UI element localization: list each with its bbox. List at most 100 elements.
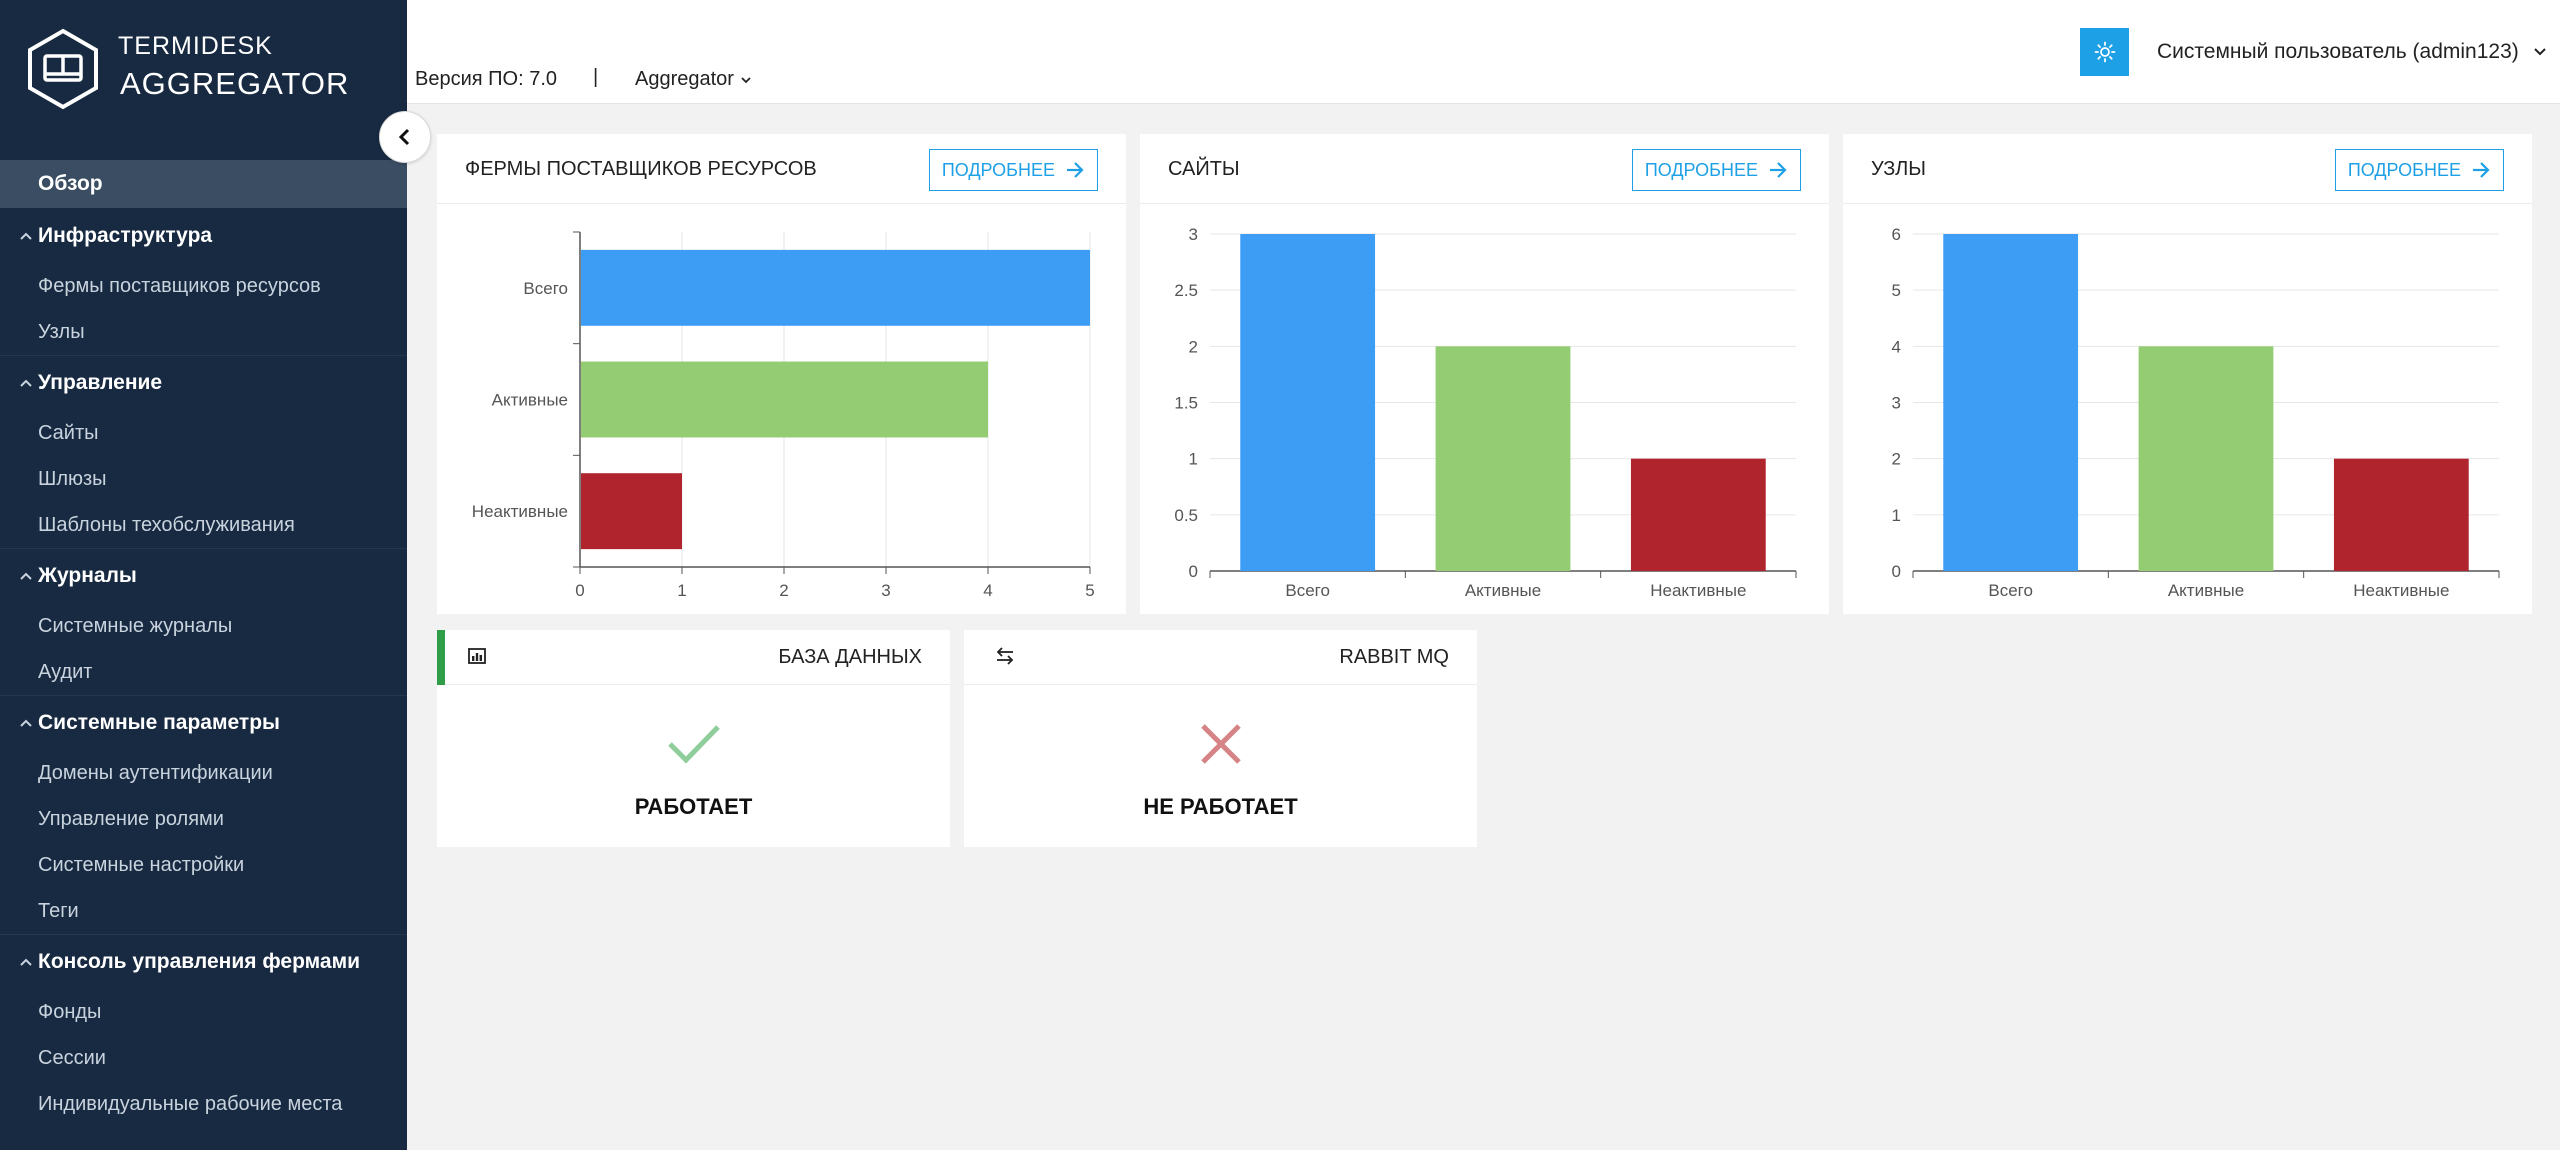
- bar: [581, 249, 1090, 326]
- sidebar-group-label: Управление: [38, 371, 163, 394]
- sidebar-item-pools[interactable]: Фонды: [0, 989, 407, 1035]
- card-title: ФЕРМЫ ПОСТАВЩИКОВ РЕСУРСОВ: [465, 158, 817, 180]
- status-value: НЕ РАБОТАЕТ: [1143, 794, 1298, 819]
- sidebar-item-maintenance-templates[interactable]: Шаблоны техобслуживания: [0, 502, 407, 548]
- tick-label: 3: [1189, 225, 1198, 244]
- arrow-right-icon: [2473, 162, 2490, 178]
- bar: [2333, 458, 2469, 571]
- farms-details-button[interactable]: ПОДРОБНЕЕ: [928, 149, 1098, 191]
- bar: [581, 473, 682, 550]
- sidebar-group-label: Системные параметры: [38, 711, 280, 734]
- tick-label: 4: [1892, 337, 1901, 356]
- sidebar-item-sessions[interactable]: Сессии: [0, 1035, 407, 1081]
- sites-chart: 0 0.5 1 1.5 2 2.5 3 Всего Активные Неактивные: [1174, 225, 1797, 600]
- card-header: САЙТЫ ПОДРОБНЕЕ: [1140, 134, 1829, 204]
- farms-card: ФЕРМЫ ПОСТАВЩИКОВ РЕСУРСОВ ПОДРОБНЕЕ 0 1 2…: [437, 134, 1126, 614]
- sidebar-item-system-settings[interactable]: Системные настройки: [0, 842, 407, 888]
- category-label: Всего: [1988, 581, 2033, 600]
- card-title: САЙТЫ: [1168, 158, 1240, 180]
- termidesk-logo-icon: [28, 28, 98, 110]
- status-title: RABBIT MQ: [1339, 646, 1449, 668]
- chevron-up-icon: [14, 957, 38, 967]
- tick-label: 1: [1892, 506, 1901, 525]
- tick-label: 0: [1892, 562, 1901, 581]
- cross-icon: [1200, 724, 1241, 764]
- details-button-label: ПОДРОБНЕЕ: [1644, 159, 1758, 180]
- chevron-up-icon: [14, 571, 38, 581]
- nodes-details-button[interactable]: ПОДРОБНЕЕ: [2334, 149, 2504, 191]
- sidebar-group-label: Консоль управления фермами: [38, 950, 361, 973]
- chevron-up-icon: [14, 718, 38, 728]
- top-header: Версия ПО: 7.0 | Aggregator Системный по…: [407, 0, 2560, 104]
- sidebar-group-management[interactable]: Управление: [0, 355, 407, 410]
- bar: [1240, 234, 1376, 571]
- version-label: Версия ПО: 7.0: [415, 68, 557, 90]
- sidebar-group-logs[interactable]: Журналы: [0, 548, 407, 603]
- sidebar-item-audit[interactable]: Аудит: [0, 649, 407, 695]
- arrow-right-icon: [1770, 162, 1787, 178]
- tick-label: 5: [1892, 281, 1901, 300]
- sidebar-item-gateways[interactable]: Шлюзы: [0, 456, 407, 502]
- sidebar: TERMIDESK AGGREGATOR Обзор Инфраструктур…: [0, 0, 407, 1150]
- sidebar-item-personal-workplaces[interactable]: Индивидуальные рабочие места: [0, 1081, 407, 1127]
- sidebar-item-tags[interactable]: Теги: [0, 888, 407, 934]
- chevron-down-icon: [2534, 48, 2546, 56]
- sidebar-item-nodes[interactable]: Узлы: [0, 309, 407, 355]
- sidebar-item-farms[interactable]: Фермы поставщиков ресурсов: [0, 263, 407, 309]
- logo-text-bottom: AGGREGATOR: [120, 66, 350, 101]
- tick-label: 3: [881, 581, 890, 600]
- sidebar-nav: Обзор Инфраструктура Фермы поставщиков р…: [0, 160, 407, 1127]
- tick-label: 0: [575, 581, 584, 600]
- chevron-up-icon: [14, 378, 38, 388]
- sites-card: САЙТЫ ПОДРОБНЕЕ 0 0.5 1 1.5 2 2.5 3 Всего Активн…: [1140, 134, 1829, 614]
- tick-label: 2: [1892, 450, 1901, 469]
- bar: [1435, 346, 1571, 571]
- chevron-down-icon: [741, 76, 751, 83]
- sidebar-item-system-logs[interactable]: Системные журналы: [0, 603, 407, 649]
- tick-label: 1.5: [1174, 394, 1198, 413]
- farms-chart: 0 1 2 3 4 5 Всего Активные Неактивные: [472, 231, 1095, 600]
- status-accent-bar: [437, 630, 445, 685]
- tick-label: 0.5: [1174, 506, 1198, 525]
- category-label: Неактивные: [472, 502, 568, 521]
- sidebar-item-auth-domains[interactable]: Домены аутентификации: [0, 750, 407, 796]
- status-title: БАЗА ДАННЫХ: [778, 646, 922, 668]
- sidebar-item-roles[interactable]: Управление ролями: [0, 796, 407, 842]
- arrow-right-icon: [1067, 162, 1084, 178]
- sidebar-group-system-params[interactable]: Системные параметры: [0, 695, 407, 750]
- chevron-left-icon: [398, 128, 410, 146]
- card-header: ФЕРМЫ ПОСТАВЩИКОВ РЕСУРСОВ ПОДРОБНЕЕ: [437, 134, 1126, 204]
- category-label: Всего: [1285, 581, 1330, 600]
- status-header: RABBIT MQ: [964, 630, 1477, 685]
- category-label: Активные: [1465, 581, 1541, 600]
- theme-toggle-button[interactable]: [2080, 28, 2129, 76]
- tick-label: 0: [1189, 562, 1198, 581]
- sites-details-button[interactable]: ПОДРОБНЕЕ: [1631, 149, 1801, 191]
- tick-label: 2.5: [1174, 281, 1198, 300]
- nodes-card: УЗЛЫ ПОДРОБНЕЕ 0 1 2 3 4 5 6 Всего Активные Неакт…: [1843, 134, 2532, 614]
- status-value: РАБОТАЕТ: [634, 794, 753, 819]
- sidebar-collapse-button[interactable]: [379, 111, 431, 163]
- tick-label: 1: [1189, 450, 1198, 469]
- database-icon: [468, 648, 486, 664]
- card-title: УЗЛЫ: [1871, 158, 1926, 180]
- category-label: Неактивные: [1650, 581, 1746, 600]
- category-label: Неактивные: [2353, 581, 2449, 600]
- bar: [1630, 458, 1766, 571]
- bar: [2138, 346, 2274, 571]
- sidebar-item-sites[interactable]: Сайты: [0, 410, 407, 456]
- tick-label: 4: [983, 581, 992, 600]
- tick-label: 1: [677, 581, 686, 600]
- bar: [1943, 234, 2079, 571]
- header-separator: |: [593, 66, 599, 88]
- rabbitmq-status-card: RABBIT MQ НЕ РАБОТАЕТ: [964, 630, 1477, 847]
- sidebar-group-infrastructure[interactable]: Инфраструктура: [0, 208, 407, 263]
- logo-text-top: TERMIDESK: [118, 32, 273, 60]
- details-button-label: ПОДРОБНЕЕ: [2347, 159, 2461, 180]
- sidebar-group-farm-console[interactable]: Консоль управления фермами: [0, 934, 407, 989]
- aggregator-menu[interactable]: Aggregator: [635, 68, 752, 91]
- sidebar-item-overview[interactable]: Обзор: [0, 160, 407, 208]
- user-menu[interactable]: Системный пользователь (admin123): [2157, 40, 2547, 64]
- logo[interactable]: TERMIDESK AGGREGATOR: [0, 0, 407, 160]
- tick-label: 5: [1085, 581, 1094, 600]
